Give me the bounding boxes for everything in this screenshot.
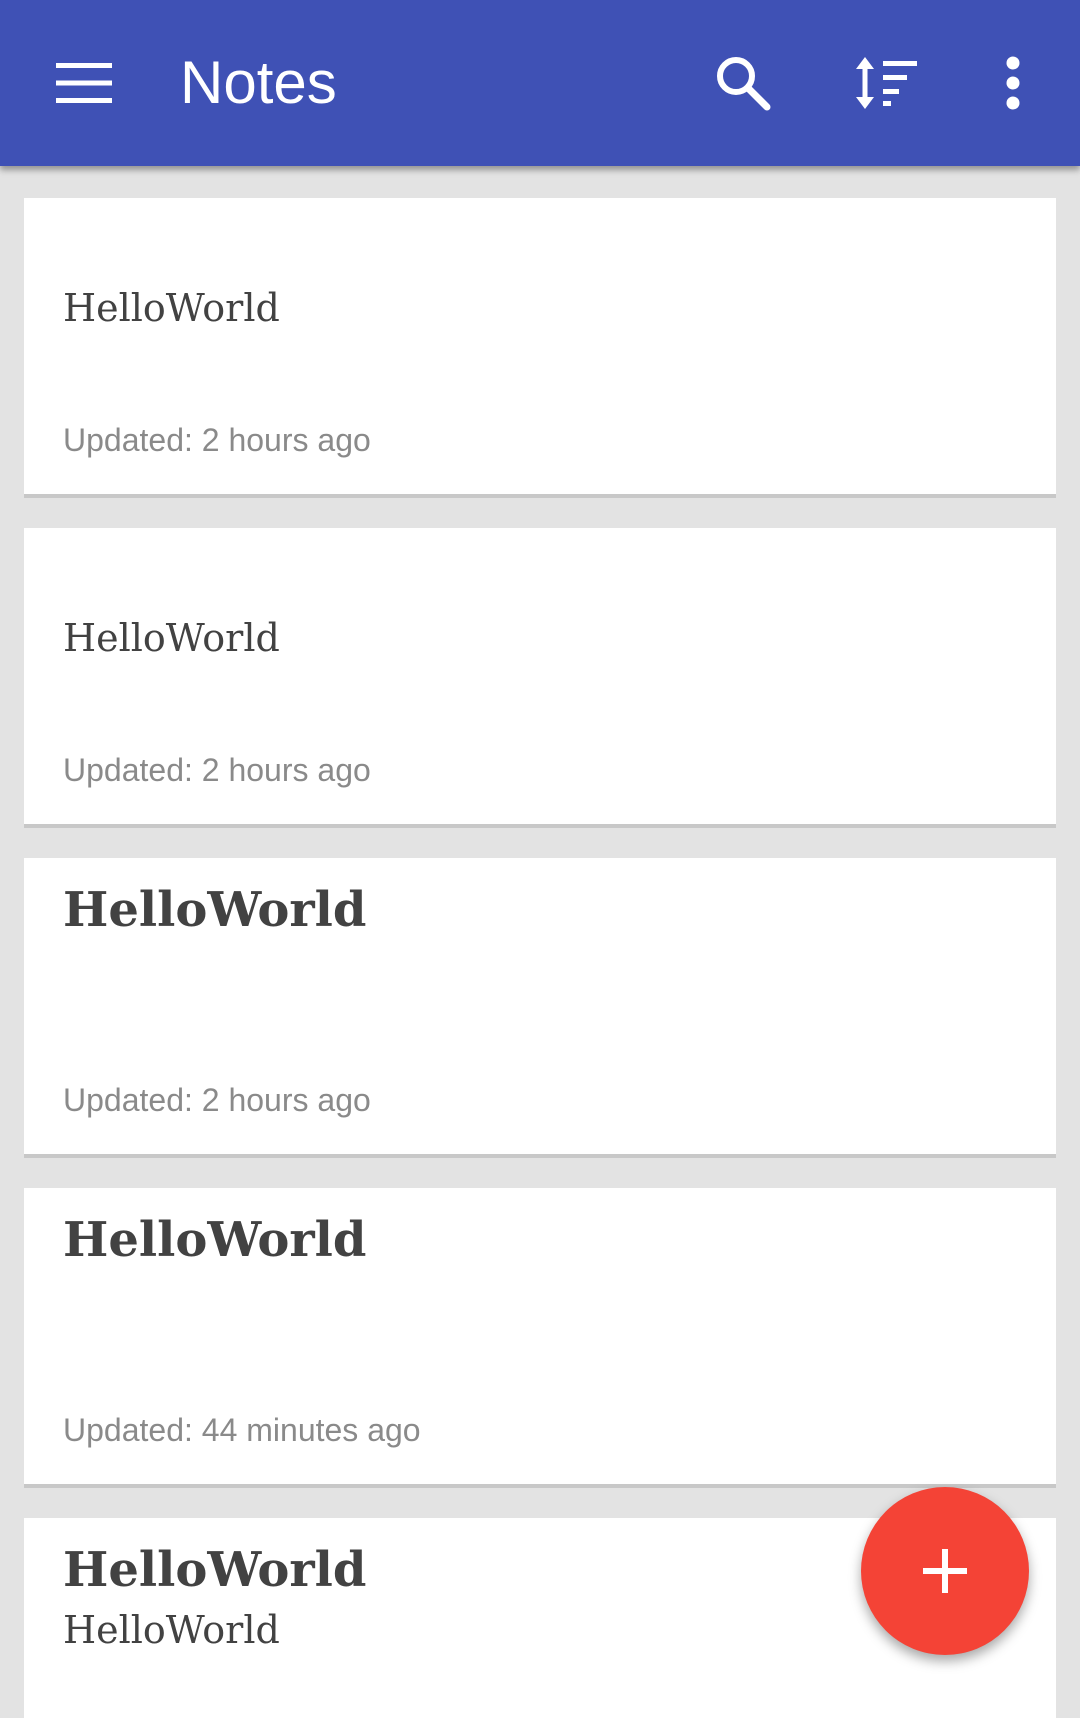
note-card[interactable]: HelloWorld Updated: 2 hours ago (24, 198, 1056, 498)
menu-icon (56, 63, 112, 103)
note-updated: Updated: 2 hours ago (63, 422, 371, 458)
app-bar: Notes (0, 0, 1080, 166)
page-title: Notes (180, 49, 337, 116)
note-body: HelloWorld (63, 1608, 280, 1652)
note-title: HelloWorld (63, 1212, 367, 1268)
note-card[interactable]: HelloWorld Updated: 2 hours ago (24, 528, 1056, 828)
search-icon (717, 57, 771, 111)
sort-button[interactable] (836, 33, 936, 133)
sort-icon (856, 57, 917, 109)
note-updated: Updated: 44 minutes ago (63, 1412, 421, 1448)
overflow-menu-button[interactable] (963, 33, 1063, 133)
note-title: HelloWorld (63, 1542, 367, 1598)
add-note-button[interactable] (861, 1487, 1029, 1655)
more-vert-icon (1006, 56, 1020, 110)
note-updated: Updated: 2 hours ago (63, 1082, 371, 1118)
add-icon (923, 1549, 967, 1593)
menu-button[interactable] (34, 33, 134, 133)
note-body: HelloWorld (63, 286, 280, 330)
note-body: HelloWorld (63, 616, 280, 660)
note-card[interactable]: HelloWorld Updated: 2 hours ago (24, 858, 1056, 1158)
search-button[interactable] (693, 33, 793, 133)
note-updated: Updated: 2 hours ago (63, 752, 371, 788)
note-card[interactable]: HelloWorld Updated: 44 minutes ago (24, 1188, 1056, 1488)
note-title: HelloWorld (63, 882, 367, 938)
